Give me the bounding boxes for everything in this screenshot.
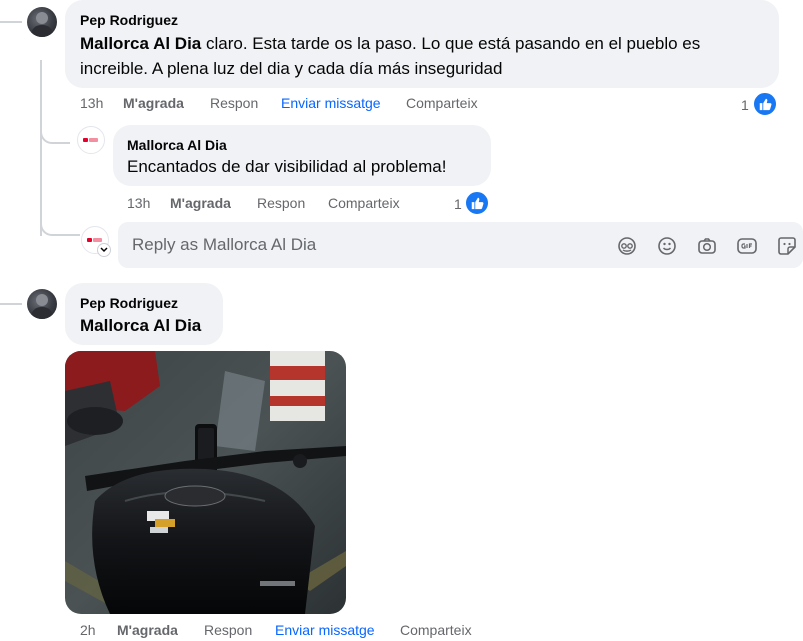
- reply-actions: 13h M'agrada Respon Comparteix: [127, 195, 447, 213]
- camera-icon[interactable]: [696, 235, 718, 257]
- comment-timestamp[interactable]: 13h: [80, 95, 103, 111]
- like-reaction-icon[interactable]: [752, 91, 778, 117]
- send-message-button[interactable]: Enviar missatge: [281, 95, 381, 111]
- thread-line: [0, 303, 22, 305]
- send-message-button[interactable]: Enviar missatge: [275, 622, 375, 638]
- like-button[interactable]: M'agrada: [123, 95, 184, 111]
- avatar-sticker-icon[interactable]: [616, 235, 638, 257]
- share-button[interactable]: Comparteix: [328, 195, 400, 211]
- comment-text-line1: claro. Esta tarde os la paso. Lo que est…: [201, 34, 701, 53]
- thread-line: [0, 21, 22, 23]
- comment-photo[interactable]: [65, 351, 346, 614]
- thread-curve: [40, 214, 80, 236]
- reply-text: Encantados de dar visibilidad al problem…: [127, 157, 447, 176]
- avatar[interactable]: [27, 289, 57, 319]
- page-avatar[interactable]: [77, 126, 105, 154]
- gif-icon[interactable]: [736, 235, 758, 257]
- share-button[interactable]: Comparteix: [406, 95, 478, 111]
- comment-actions: 2h M'agrada Respon Enviar missatge Compa…: [80, 622, 680, 640]
- page-logo: [87, 238, 103, 243]
- reply-bubble: Mallorca Al Dia Encantados de dar visibi…: [113, 125, 491, 186]
- thread-line: [40, 60, 42, 236]
- mention-tag[interactable]: Mallorca Al Dia: [80, 316, 201, 335]
- reply-button[interactable]: Respon: [204, 622, 252, 638]
- comment-text: Mallorca Al Dia claro. Esta tarde os la …: [80, 31, 700, 56]
- comment-bubble: Pep Rodriguez Mallorca Al Dia claro. Est…: [65, 0, 779, 88]
- reply-placeholder: Reply as Mallorca Al Dia: [132, 235, 317, 254]
- like-reaction-icon[interactable]: [464, 190, 490, 216]
- mention-tag[interactable]: Mallorca Al Dia: [80, 34, 201, 53]
- comment-author[interactable]: Pep Rodriguez: [80, 295, 178, 311]
- reaction-count[interactable]: 1: [741, 97, 749, 113]
- reply-button[interactable]: Respon: [257, 195, 305, 211]
- like-button[interactable]: M'agrada: [170, 195, 231, 211]
- emoji-icon[interactable]: [656, 235, 678, 257]
- comment-timestamp[interactable]: 2h: [80, 622, 96, 638]
- comment-author[interactable]: Pep Rodriguez: [80, 12, 178, 28]
- comment-text-line2: increible. A plena luz del dia y cada dí…: [80, 59, 503, 78]
- page-logo: [83, 138, 99, 143]
- sticker-icon[interactable]: [776, 235, 798, 257]
- reply-input[interactable]: Reply as Mallorca Al Dia: [118, 222, 803, 268]
- comment-text: Mallorca Al Dia: [80, 313, 201, 338]
- thread-curve: [40, 124, 70, 144]
- avatar[interactable]: [27, 7, 57, 37]
- reply-author[interactable]: Mallorca Al Dia: [127, 137, 227, 153]
- reply-timestamp[interactable]: 13h: [127, 195, 150, 211]
- share-button[interactable]: Comparteix: [400, 622, 472, 638]
- like-button[interactable]: M'agrada: [117, 622, 178, 638]
- comment-actions: 13h M'agrada Respon Enviar missatge Comp…: [80, 95, 680, 113]
- comment-bubble: Pep Rodriguez Mallorca Al Dia: [65, 283, 223, 345]
- reaction-count[interactable]: 1: [454, 196, 462, 212]
- reply-button[interactable]: Respon: [210, 95, 258, 111]
- switch-profile-chevron-icon[interactable]: [97, 243, 111, 257]
